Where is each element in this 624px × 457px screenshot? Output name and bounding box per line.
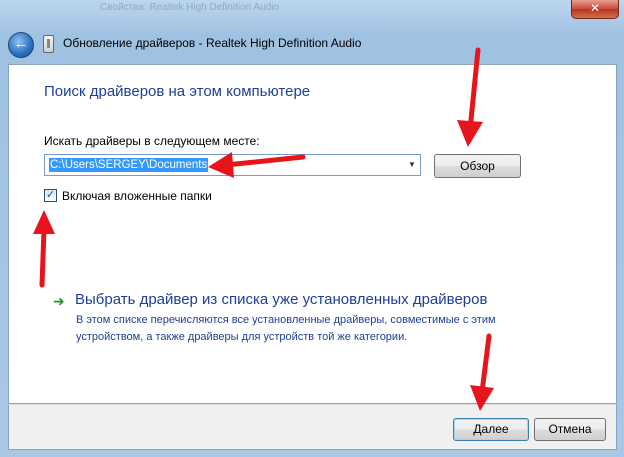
arrow-to-browse-head: [457, 120, 483, 147]
arrow-to-browse: [467, 47, 481, 133]
arrow-to-checkbox-head: [33, 210, 55, 234]
arrow-to-next: [479, 333, 492, 395]
arrow-to-path: [223, 154, 306, 168]
annotation-arrows: [33, 47, 494, 411]
arrow-to-checkbox: [39, 227, 47, 288]
arrow-to-path-head: [208, 152, 234, 178]
arrow-to-next-head: [470, 385, 494, 411]
